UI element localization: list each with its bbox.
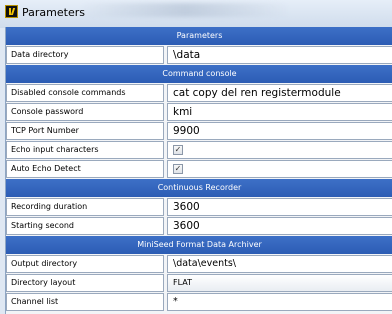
section-header-continuous-recorder: Continuous Recorder	[6, 179, 392, 197]
row-directory-layout: Directory layout FLAT	[6, 274, 392, 292]
output-directory-field[interactable]: \data\events\	[167, 255, 392, 273]
label-data-directory: Data directory	[6, 46, 164, 64]
auto-echo-cell	[167, 160, 392, 178]
section-header-parameters: Parameters	[6, 27, 392, 45]
echo-input-cell	[167, 141, 392, 159]
window-title: Parameters	[22, 6, 85, 19]
row-recording-duration: Recording duration 3600	[6, 198, 392, 216]
blurred-background-tabs	[80, 3, 290, 17]
auto-echo-checkbox[interactable]: ✓	[173, 164, 183, 174]
recording-duration-field[interactable]: 3600	[167, 198, 392, 216]
label-channel-list: Channel list	[6, 293, 164, 311]
label-disabled-commands: Disabled console commands	[6, 84, 164, 102]
disabled-commands-field[interactable]: cat copy del ren registermodule	[167, 84, 392, 102]
label-output-directory: Output directory	[6, 255, 164, 273]
channel-list-field[interactable]: *	[167, 293, 392, 311]
row-data-directory: Data directory \data	[6, 46, 392, 64]
label-console-password: Console password	[6, 103, 164, 121]
row-tcp-port: TCP Port Number 9900	[6, 122, 392, 140]
starting-second-field[interactable]: 3600	[167, 217, 392, 235]
label-echo-input: Echo input characters	[6, 141, 164, 159]
row-starting-second: Starting second 3600	[6, 217, 392, 235]
parameters-panel: Parameters Data directory \data Command …	[5, 27, 392, 314]
label-auto-echo: Auto Echo Detect	[6, 160, 164, 178]
directory-layout-select[interactable]: FLAT	[167, 274, 392, 292]
echo-input-checkbox[interactable]: ✓	[173, 145, 183, 155]
row-disabled-commands: Disabled console commands cat copy del r…	[6, 84, 392, 102]
data-directory-field[interactable]: \data	[167, 46, 392, 64]
label-starting-second: Starting second	[6, 217, 164, 235]
row-echo-input: Echo input characters ✓	[6, 141, 392, 159]
tcp-port-field[interactable]: 9900	[167, 122, 392, 140]
label-directory-layout: Directory layout	[6, 274, 164, 292]
row-auto-echo: Auto Echo Detect ✓	[6, 160, 392, 178]
label-tcp-port: TCP Port Number	[6, 122, 164, 140]
section-header-miniseed-archiver: MiniSeed Format Data Archiver	[6, 236, 392, 254]
row-channel-list: Channel list *	[6, 293, 392, 311]
section-header-command-console: Command console	[6, 65, 392, 83]
label-recording-duration: Recording duration	[6, 198, 164, 216]
title-bar: Parameters	[0, 0, 392, 28]
row-console-password: Console password kmi	[6, 103, 392, 121]
row-output-directory: Output directory \data\events\	[6, 255, 392, 273]
app-icon	[5, 5, 18, 18]
console-password-field[interactable]: kmi	[167, 103, 392, 121]
